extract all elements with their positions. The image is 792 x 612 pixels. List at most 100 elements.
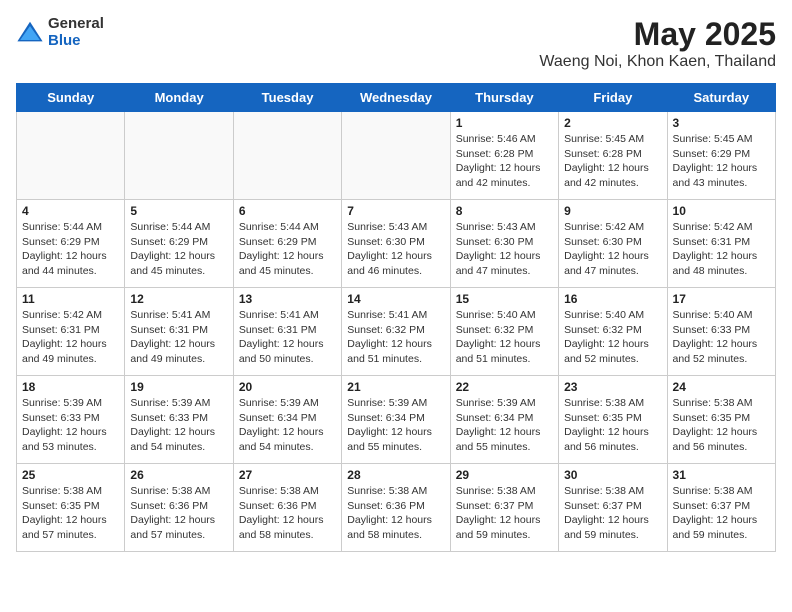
day-number: 12: [130, 292, 227, 306]
calendar-day-cell: 2Sunrise: 5:45 AM Sunset: 6:28 PM Daylig…: [559, 112, 667, 200]
calendar-day-cell: 3Sunrise: 5:45 AM Sunset: 6:29 PM Daylig…: [667, 112, 775, 200]
calendar-day-cell: 6 Sunrise: 5:44 AM Sunset: 6:29 PM Daylig…: [233, 200, 341, 288]
day-info: Sunrise: 5:39 AM Sunset: 6:33 PM Dayligh…: [22, 396, 119, 455]
calendar-day-cell: 22 Sunrise: 5:39 AM Sunset: 6:34 PM Dayli…: [450, 376, 558, 464]
logo-blue: Blue: [48, 33, 104, 50]
page-subtitle: Waeng Noi, Khon Kaen, Thailand: [539, 53, 776, 71]
calendar-day-cell: 19Sunrise: 5:39 AM Sunset: 6:33 PM Dayli…: [125, 376, 233, 464]
day-info: Sunrise: 5:39 AM Sunset: 6:34 PM Dayligh…: [456, 396, 553, 455]
day-number: 17: [673, 292, 770, 306]
day-info: Sunrise: 5:40 AM Sunset: 6:33 PM Dayligh…: [673, 308, 770, 367]
calendar-day-cell: 18 Sunrise: 5:39 AM Sunset: 6:33 PM Dayli…: [17, 376, 125, 464]
day-number: 6: [239, 204, 336, 218]
calendar-day-cell: 20 Sunrise: 5:39 AM Sunset: 6:34 PM Dayli…: [233, 376, 341, 464]
calendar-day-cell: 8Sunrise: 5:43 AM Sunset: 6:30 PM Daylig…: [450, 200, 558, 288]
day-info: Sunrise: 5:38 AM Sunset: 6:36 PM Dayligh…: [347, 484, 444, 543]
day-number: 21: [347, 380, 444, 394]
day-info: Sunrise: 5:43 AM Sunset: 6:30 PM Dayligh…: [347, 220, 444, 279]
weekday-header: Friday: [559, 84, 667, 112]
day-number: 28: [347, 468, 444, 482]
day-number: 4: [22, 204, 119, 218]
weekday-header: Tuesday: [233, 84, 341, 112]
calendar-day-cell: 16 Sunrise: 5:40 AM Sunset: 6:32 PM Dayli…: [559, 288, 667, 376]
calendar-day-cell: 25 Sunrise: 5:38 AM Sunset: 6:35 PM Dayli…: [17, 464, 125, 552]
day-info: Sunrise: 5:38 AM Sunset: 6:35 PM Dayligh…: [22, 484, 119, 543]
weekday-header: Sunday: [17, 84, 125, 112]
calendar-day-cell: [125, 112, 233, 200]
calendar-day-cell: 13Sunrise: 5:41 AM Sunset: 6:31 PM Dayli…: [233, 288, 341, 376]
day-info: Sunrise: 5:41 AM Sunset: 6:32 PM Dayligh…: [347, 308, 444, 367]
calendar-day-cell: 26Sunrise: 5:38 AM Sunset: 6:36 PM Dayli…: [125, 464, 233, 552]
day-info: Sunrise: 5:41 AM Sunset: 6:31 PM Dayligh…: [239, 308, 336, 367]
day-number: 20: [239, 380, 336, 394]
day-info: Sunrise: 5:38 AM Sunset: 6:37 PM Dayligh…: [456, 484, 553, 543]
day-number: 5: [130, 204, 227, 218]
day-info: Sunrise: 5:38 AM Sunset: 6:35 PM Dayligh…: [673, 396, 770, 455]
day-number: 3: [673, 116, 770, 130]
calendar-day-cell: 10 Sunrise: 5:42 AM Sunset: 6:31 PM Dayli…: [667, 200, 775, 288]
day-number: 11: [22, 292, 119, 306]
calendar-day-cell: 7 Sunrise: 5:43 AM Sunset: 6:30 PM Daylig…: [342, 200, 450, 288]
calendar-day-cell: 28 Sunrise: 5:38 AM Sunset: 6:36 PM Dayli…: [342, 464, 450, 552]
calendar-week-row: 4 Sunrise: 5:44 AM Sunset: 6:29 PM Daylig…: [17, 200, 776, 288]
day-info: Sunrise: 5:38 AM Sunset: 6:35 PM Dayligh…: [564, 396, 661, 455]
day-info: Sunrise: 5:40 AM Sunset: 6:32 PM Dayligh…: [564, 308, 661, 367]
day-info: Sunrise: 5:38 AM Sunset: 6:36 PM Dayligh…: [239, 484, 336, 543]
calendar-day-cell: 21Sunrise: 5:39 AM Sunset: 6:34 PM Dayli…: [342, 376, 450, 464]
logo-icon: [16, 19, 44, 47]
calendar-day-cell: 14 Sunrise: 5:41 AM Sunset: 6:32 PM Dayli…: [342, 288, 450, 376]
page-header: General Blue May 2025 Waeng Noi, Khon Ka…: [16, 16, 776, 71]
day-number: 22: [456, 380, 553, 394]
day-info: Sunrise: 5:39 AM Sunset: 6:34 PM Dayligh…: [239, 396, 336, 455]
calendar-week-row: 25 Sunrise: 5:38 AM Sunset: 6:35 PM Dayli…: [17, 464, 776, 552]
day-number: 30: [564, 468, 661, 482]
page-title: May 2025: [539, 16, 776, 53]
calendar-week-row: 18 Sunrise: 5:39 AM Sunset: 6:33 PM Dayli…: [17, 376, 776, 464]
day-number: 2: [564, 116, 661, 130]
calendar-day-cell: 9 Sunrise: 5:42 AM Sunset: 6:30 PM Daylig…: [559, 200, 667, 288]
day-number: 8: [456, 204, 553, 218]
calendar-day-cell: 29 Sunrise: 5:38 AM Sunset: 6:37 PM Dayli…: [450, 464, 558, 552]
calendar-day-cell: 5 Sunrise: 5:44 AM Sunset: 6:29 PM Daylig…: [125, 200, 233, 288]
day-number: 9: [564, 204, 661, 218]
day-number: 16: [564, 292, 661, 306]
day-info: Sunrise: 5:41 AM Sunset: 6:31 PM Dayligh…: [130, 308, 227, 367]
day-number: 26: [130, 468, 227, 482]
weekday-header: Wednesday: [342, 84, 450, 112]
day-number: 7: [347, 204, 444, 218]
calendar-day-cell: 1 Sunrise: 5:46 AM Sunset: 6:28 PM Daylig…: [450, 112, 558, 200]
day-info: Sunrise: 5:39 AM Sunset: 6:33 PM Dayligh…: [130, 396, 227, 455]
day-number: 23: [564, 380, 661, 394]
calendar-day-cell: 15Sunrise: 5:40 AM Sunset: 6:32 PM Dayli…: [450, 288, 558, 376]
weekday-header: Saturday: [667, 84, 775, 112]
day-info: Sunrise: 5:38 AM Sunset: 6:37 PM Dayligh…: [564, 484, 661, 543]
weekday-header: Thursday: [450, 84, 558, 112]
day-number: 25: [22, 468, 119, 482]
day-info: Sunrise: 5:42 AM Sunset: 6:31 PM Dayligh…: [673, 220, 770, 279]
calendar-day-cell: 11 Sunrise: 5:42 AM Sunset: 6:31 PM Dayli…: [17, 288, 125, 376]
calendar-day-cell: 31Sunrise: 5:38 AM Sunset: 6:37 PM Dayli…: [667, 464, 775, 552]
day-info: Sunrise: 5:44 AM Sunset: 6:29 PM Dayligh…: [239, 220, 336, 279]
day-info: Sunrise: 5:44 AM Sunset: 6:29 PM Dayligh…: [130, 220, 227, 279]
calendar-day-cell: 12 Sunrise: 5:41 AM Sunset: 6:31 PM Dayli…: [125, 288, 233, 376]
day-number: 1: [456, 116, 553, 130]
title-block: May 2025 Waeng Noi, Khon Kaen, Thailand: [539, 16, 776, 71]
day-info: Sunrise: 5:42 AM Sunset: 6:30 PM Dayligh…: [564, 220, 661, 279]
day-info: Sunrise: 5:46 AM Sunset: 6:28 PM Dayligh…: [456, 132, 553, 191]
calendar-day-cell: 17 Sunrise: 5:40 AM Sunset: 6:33 PM Dayli…: [667, 288, 775, 376]
day-info: Sunrise: 5:42 AM Sunset: 6:31 PM Dayligh…: [22, 308, 119, 367]
calendar-week-row: 11 Sunrise: 5:42 AM Sunset: 6:31 PM Dayli…: [17, 288, 776, 376]
calendar-day-cell: [342, 112, 450, 200]
day-number: 18: [22, 380, 119, 394]
day-number: 29: [456, 468, 553, 482]
day-number: 14: [347, 292, 444, 306]
day-info: Sunrise: 5:40 AM Sunset: 6:32 PM Dayligh…: [456, 308, 553, 367]
day-number: 24: [673, 380, 770, 394]
weekday-header: Monday: [125, 84, 233, 112]
calendar-day-cell: 24 Sunrise: 5:38 AM Sunset: 6:35 PM Dayli…: [667, 376, 775, 464]
calendar-day-cell: 30 Sunrise: 5:38 AM Sunset: 6:37 PM Dayli…: [559, 464, 667, 552]
logo-general: General: [48, 16, 104, 33]
calendar-header-row: SundayMondayTuesdayWednesdayThursdayFrid…: [17, 84, 776, 112]
day-info: Sunrise: 5:38 AM Sunset: 6:37 PM Dayligh…: [673, 484, 770, 543]
day-number: 10: [673, 204, 770, 218]
